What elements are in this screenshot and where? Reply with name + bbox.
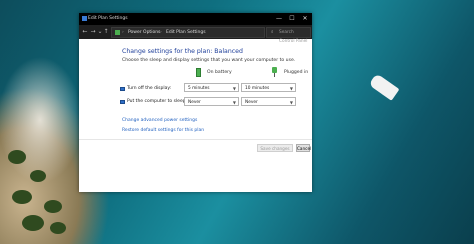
sleep-plugged-select[interactable]: Never ▼ (241, 97, 296, 106)
address-field[interactable]: › Power Options › Edit Plan Settings (111, 27, 265, 38)
edit-plan-settings-window: Edit Plan Settings — ☐ ✕ ← → ⌄ ↑ › Power… (79, 13, 312, 192)
page-title: Change settings for the plan: Balanced (122, 48, 243, 55)
control-panel-icon (115, 30, 120, 35)
breadcrumb-power-options[interactable]: Power Options (128, 28, 160, 37)
divider (79, 139, 312, 140)
display-plugged-select[interactable]: 10 minutes ▼ (241, 83, 296, 92)
chevron-down-icon: ▼ (289, 100, 293, 105)
sleep-timeout-label: Put the computer to sleep: (127, 99, 188, 104)
sleep-battery-value: Never (188, 100, 201, 105)
control-panel-icon (82, 16, 87, 21)
display-timeout-label: Turn off the display: (127, 86, 172, 91)
display-plugged-value: 10 minutes (245, 86, 270, 91)
battery-icon (196, 68, 201, 77)
plug-icon (270, 67, 279, 77)
breadcrumb-edit-plan-settings[interactable]: Edit Plan Settings (166, 28, 206, 37)
chevron-down-icon: ▼ (289, 86, 293, 91)
wallpaper-tree (8, 150, 26, 164)
title-bar: Edit Plan Settings — ☐ ✕ (79, 13, 312, 25)
column-header-plugged: Plugged in (284, 70, 309, 75)
address-bar: ← → ⌄ ↑ › Power Options › Edit Plan Sett… (79, 25, 312, 44)
breadcrumb-separator: › (160, 30, 162, 35)
wallpaper-tree (44, 200, 62, 213)
minimize-button[interactable]: — (273, 15, 285, 23)
display-battery-select[interactable]: 5 minutes ▼ (184, 83, 239, 92)
search-input[interactable]: ⌕ Search Control Panel (266, 27, 311, 44)
sleep-battery-select[interactable]: Never ▼ (184, 97, 239, 106)
wallpaper-tree (22, 215, 44, 231)
column-header-battery: On battery (207, 70, 232, 75)
chevron-down-icon: ▼ (232, 86, 236, 91)
wallpaper-tree (30, 170, 46, 182)
close-button[interactable]: ✕ (299, 15, 311, 23)
wallpaper-boat (368, 73, 400, 101)
breadcrumb-separator: › (122, 30, 124, 35)
restore-defaults-link[interactable]: Restore default settings for this plan (122, 128, 204, 133)
monitor-icon (120, 87, 125, 91)
save-changes-button[interactable]: Save changes (257, 144, 293, 152)
display-battery-value: 5 minutes (188, 86, 210, 91)
wallpaper-tree (50, 222, 66, 234)
sleep-plugged-value: Never (245, 100, 258, 105)
search-icon: ⌕ (271, 30, 274, 35)
up-button[interactable]: ↑ (102, 28, 110, 36)
chevron-down-icon: ▼ (232, 100, 236, 105)
moon-icon (120, 100, 125, 104)
cancel-button[interactable]: Cancel (296, 144, 311, 152)
wallpaper-tree (12, 190, 32, 204)
search-placeholder: Search Control Panel (279, 30, 308, 44)
window-title: Edit Plan Settings (88, 16, 128, 21)
maximize-button[interactable]: ☐ (286, 15, 298, 23)
advanced-settings-link[interactable]: Change advanced power settings (122, 118, 197, 123)
back-button[interactable]: ← (81, 28, 89, 36)
page-subtitle: Choose the sleep and display settings th… (122, 58, 296, 63)
